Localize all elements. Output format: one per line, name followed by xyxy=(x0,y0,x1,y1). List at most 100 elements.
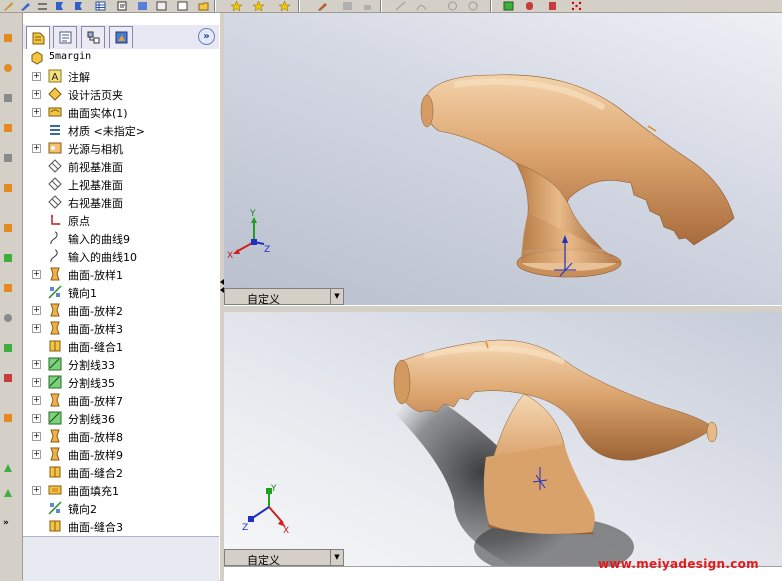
edit-table-icon[interactable] xyxy=(155,0,168,11)
star-icon[interactable] xyxy=(230,0,243,11)
expand-toggle-icon[interactable]: + xyxy=(32,72,41,81)
property-manager-tab[interactable] xyxy=(53,26,77,48)
tree-item[interactable]: + 曲面填充1 xyxy=(23,481,219,499)
tree-item-label: 镜向2 xyxy=(68,503,97,516)
tree-item[interactable]: 输入的曲线10 xyxy=(23,247,219,265)
display-manager-tab[interactable] xyxy=(109,26,133,48)
tree-item[interactable]: + A 注解 xyxy=(23,67,219,85)
expand-toggle-icon[interactable]: + xyxy=(32,306,41,315)
graphics-viewport-bottom[interactable]: Y X Z 自定义 ▼ xyxy=(224,312,782,580)
tree-item[interactable]: + 分割线35 xyxy=(23,373,219,391)
lock-icon[interactable] xyxy=(361,0,374,11)
tree-item[interactable]: + 曲面-放样1 xyxy=(23,265,219,283)
tree-item[interactable]: 原点 xyxy=(23,211,219,229)
folder-icon[interactable] xyxy=(197,0,210,11)
star-outline-icon[interactable] xyxy=(252,0,265,11)
tree-item[interactable]: + 曲面-放样2 xyxy=(23,301,219,319)
expand-toggle-icon[interactable]: + xyxy=(32,270,41,279)
section-view-icon[interactable] xyxy=(546,0,559,11)
tree-item[interactable]: + 曲面实体(1) xyxy=(23,103,219,121)
trim-surface-icon[interactable] xyxy=(3,488,13,498)
tree-item[interactable]: 镜向2 xyxy=(23,499,219,517)
view-orientation-dropdown-top[interactable]: 自定义 ▼ xyxy=(224,288,344,305)
rib-icon[interactable] xyxy=(3,253,13,263)
wrench-icon[interactable] xyxy=(2,0,15,11)
sweep-icon[interactable] xyxy=(3,93,13,103)
chamfer-icon[interactable] xyxy=(3,183,13,193)
expand-toggle-icon[interactable]: + xyxy=(32,108,41,117)
tree-item[interactable]: + 曲面-放样7 xyxy=(23,391,219,409)
tree-item[interactable]: 曲面-缝合2 xyxy=(23,463,219,481)
draft-icon[interactable] xyxy=(3,283,13,293)
tree-item[interactable]: 右视基准面 xyxy=(23,193,219,211)
reference-geometry-icon[interactable] xyxy=(394,0,407,11)
graphics-viewport-top[interactable]: Y X Z 自定义 ▼ xyxy=(224,13,782,305)
tree-item[interactable]: + 光源与相机 xyxy=(23,139,219,157)
expand-toggle-icon[interactable]: + xyxy=(32,414,41,423)
tree-item[interactable]: + 曲面-放样3 xyxy=(23,319,219,337)
revolve-icon[interactable] xyxy=(3,63,13,73)
tree-item[interactable]: + 分割线36 xyxy=(23,409,219,427)
configuration-manager-tab[interactable] xyxy=(81,26,105,48)
note-icon[interactable] xyxy=(116,0,129,11)
tree-item[interactable]: 曲面-缝合1 xyxy=(23,337,219,355)
dropdown-arrow-icon[interactable]: ▼ xyxy=(330,550,343,565)
tree-item-label: 曲面填充1 xyxy=(68,485,119,498)
layers-icon[interactable] xyxy=(136,0,149,11)
feature-manager-tab[interactable] xyxy=(26,26,50,49)
extrude-icon[interactable] xyxy=(3,33,13,43)
tree-item-label: 前视基准面 xyxy=(68,161,123,174)
expand-toggle-icon[interactable]: + xyxy=(32,360,41,369)
loft-icon[interactable] xyxy=(3,123,13,133)
expand-panel-button[interactable]: » xyxy=(198,28,215,45)
expand-toggle-icon[interactable]: + xyxy=(32,432,41,441)
cylinder-icon[interactable] xyxy=(523,0,536,11)
expand-toggle-icon[interactable]: + xyxy=(32,486,41,495)
save-icon[interactable] xyxy=(341,0,354,11)
shaded-display-icon[interactable] xyxy=(502,0,515,11)
sketch-pencil-icon[interactable] xyxy=(19,0,32,11)
curves-icon[interactable] xyxy=(3,413,13,423)
tree-item[interactable]: 曲面-缝合3 xyxy=(23,517,219,535)
tree-item[interactable]: 材质 <未指定> xyxy=(23,121,219,139)
dots-pattern-icon[interactable] xyxy=(570,0,583,11)
rotate-icon[interactable] xyxy=(446,0,459,11)
expand-toggle-icon[interactable]: + xyxy=(32,90,41,99)
flag-alt-icon[interactable] xyxy=(72,0,85,11)
curve-tool-icon[interactable] xyxy=(415,0,428,11)
tree-item[interactable]: + 设计活页夹 xyxy=(23,85,219,103)
flag-icon[interactable] xyxy=(53,0,66,11)
tree-root[interactable]: 5margin xyxy=(23,49,219,67)
feature-tree: 5margin + A 注解 + 设计活页夹 + 曲面实体(1) 材质 <未指定> + 光源与相机… xyxy=(23,49,219,549)
more-tools-chevron-icon[interactable]: » xyxy=(3,518,13,528)
expand-toggle-icon[interactable]: + xyxy=(32,396,41,405)
expand-toggle-icon[interactable]: + xyxy=(32,324,41,333)
expand-toggle-icon[interactable]: + xyxy=(32,378,41,387)
tree-item-label: 曲面-放样9 xyxy=(68,449,123,462)
fillet-icon[interactable] xyxy=(3,153,13,163)
tree-item[interactable]: + 曲面-放样9 xyxy=(23,445,219,463)
tree-item[interactable]: + 曲面-放样8 xyxy=(23,427,219,445)
pattern-icon[interactable] xyxy=(3,373,13,383)
mirror-tool-icon[interactable] xyxy=(3,343,13,353)
surface-tool-icon[interactable] xyxy=(3,463,13,473)
tree-item[interactable]: 前视基准面 xyxy=(23,157,219,175)
tree-item[interactable]: + 分割线33 xyxy=(23,355,219,373)
zoom-icon[interactable] xyxy=(467,0,480,11)
tree-item[interactable]: 输入的曲线9 xyxy=(23,229,219,247)
view-orientation-dropdown-bottom[interactable]: 自定义 ▼ xyxy=(224,549,344,567)
tree-item-label: 输入的曲线10 xyxy=(68,251,137,264)
expand-toggle-icon[interactable]: + xyxy=(32,450,41,459)
table-icon[interactable] xyxy=(94,0,107,11)
expand-toggle-icon[interactable]: + xyxy=(32,144,41,153)
sheet-icon[interactable] xyxy=(176,0,189,11)
draw-pen-icon[interactable] xyxy=(316,0,329,11)
star-group-icon[interactable] xyxy=(278,0,291,11)
tree-item[interactable]: 上视基准面 xyxy=(23,175,219,193)
smart-dimension-icon[interactable] xyxy=(36,0,49,11)
dropdown-arrow-icon[interactable]: ▼ xyxy=(330,289,343,304)
shell-icon[interactable] xyxy=(3,223,13,233)
hole-icon[interactable] xyxy=(3,313,13,323)
split-line-icon xyxy=(47,356,63,372)
tree-item[interactable]: 镜向1 xyxy=(23,283,219,301)
